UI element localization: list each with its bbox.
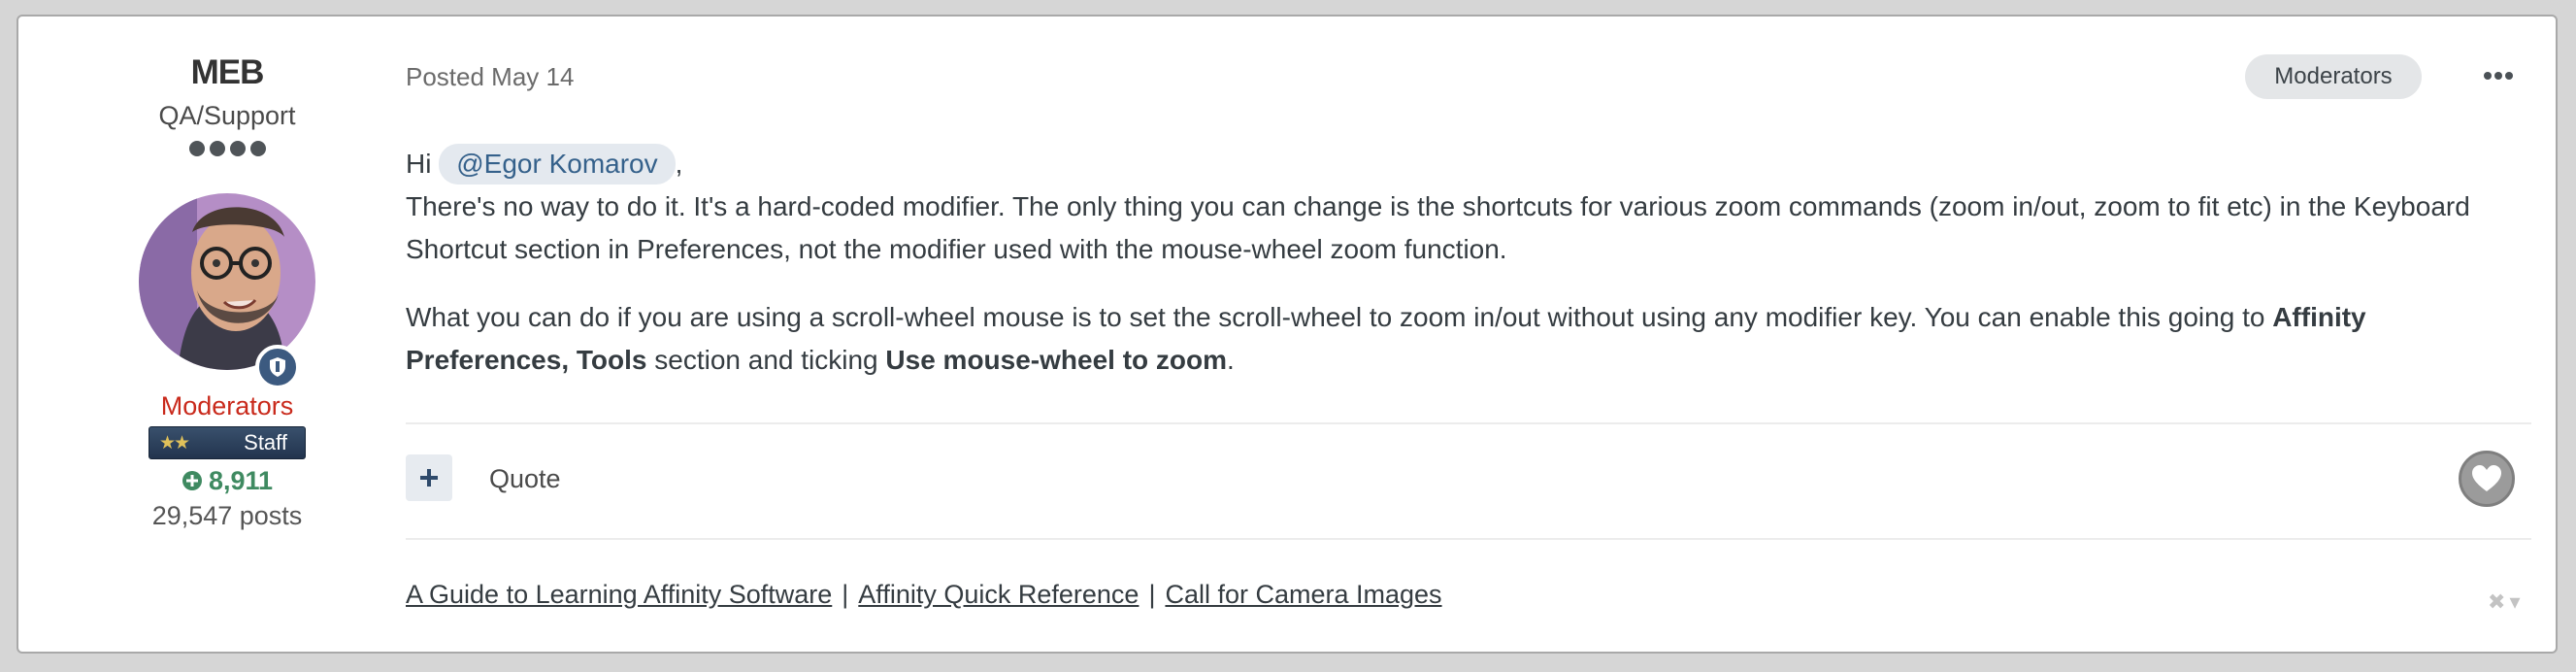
post-content: Hi @Egor Komarov, There's no way to do i… <box>406 143 2531 382</box>
close-icon: ✖ <box>2488 589 2506 614</box>
rank-pip <box>249 141 266 156</box>
author-name[interactable]: MEB <box>116 53 339 92</box>
forum-post: MEB QA/Support Moderators ★★ Staff 8,911… <box>17 15 2558 654</box>
staff-badge: ★★ Staff <box>149 426 306 459</box>
rank-pips <box>116 141 339 158</box>
like-button[interactable] <box>2459 451 2515 507</box>
more-options-button[interactable] <box>2476 61 2521 90</box>
signature-separator: | <box>1148 580 1156 609</box>
avatar[interactable] <box>139 193 315 370</box>
staff-badge-label: Staff <box>244 430 287 454</box>
rank-pip <box>209 141 225 156</box>
star-icon: ★★ <box>159 432 190 454</box>
post-paragraph-2: What you can do if you are using a scrol… <box>406 302 2366 375</box>
post-date[interactable]: Posted May 14 <box>406 62 574 92</box>
greeting-text: Hi <box>406 149 432 179</box>
moderator-tag: Moderators <box>2245 54 2422 99</box>
rank-pip <box>188 141 205 156</box>
signature-options-button[interactable]: ✖ ▾ <box>2488 589 2520 615</box>
shield-icon <box>270 357 285 377</box>
chevron-down-icon: ▾ <box>2509 589 2521 614</box>
plus-icon <box>420 469 438 487</box>
heart-icon <box>2472 465 2501 491</box>
signature-link[interactable]: Call for Camera Images <box>1165 580 1441 610</box>
post-paragraph-1: There's no way to do it. It's a hard-cod… <box>406 191 2470 264</box>
bold-text: Use mouse-wheel to zoom <box>885 345 1228 375</box>
reputation-count: 8,911 <box>208 466 274 495</box>
author-title: QA/Support <box>158 101 296 130</box>
divider <box>406 538 2531 540</box>
signature-separator: | <box>842 580 849 609</box>
divider <box>406 422 2531 424</box>
moderator-badge <box>255 345 300 389</box>
greeting-line: Hi @Egor Komarov, <box>406 143 2531 185</box>
signature-link[interactable]: Affinity Quick Reference <box>858 580 1139 610</box>
avatar-container <box>139 193 315 389</box>
multiquote-button[interactable] <box>406 454 452 501</box>
plus-circle-icon <box>182 471 202 490</box>
user-mention[interactable]: @Egor Komarov <box>439 144 676 185</box>
author-group: Moderators <box>160 391 294 420</box>
post-count: 29,547 posts <box>151 501 303 530</box>
author-panel: MEB QA/Support Moderators ★★ Staff 8,911… <box>116 53 339 531</box>
signature-link[interactable]: A Guide to Learning Affinity Software <box>406 580 832 610</box>
signature: A Guide to Learning Affinity Software | … <box>406 580 1442 610</box>
quote-button[interactable]: Quote <box>489 464 561 494</box>
rank-pip <box>229 141 246 156</box>
greeting-comma: , <box>675 149 683 179</box>
ellipsis-icon <box>2484 72 2492 80</box>
reputation[interactable]: 8,911 <box>116 465 339 496</box>
